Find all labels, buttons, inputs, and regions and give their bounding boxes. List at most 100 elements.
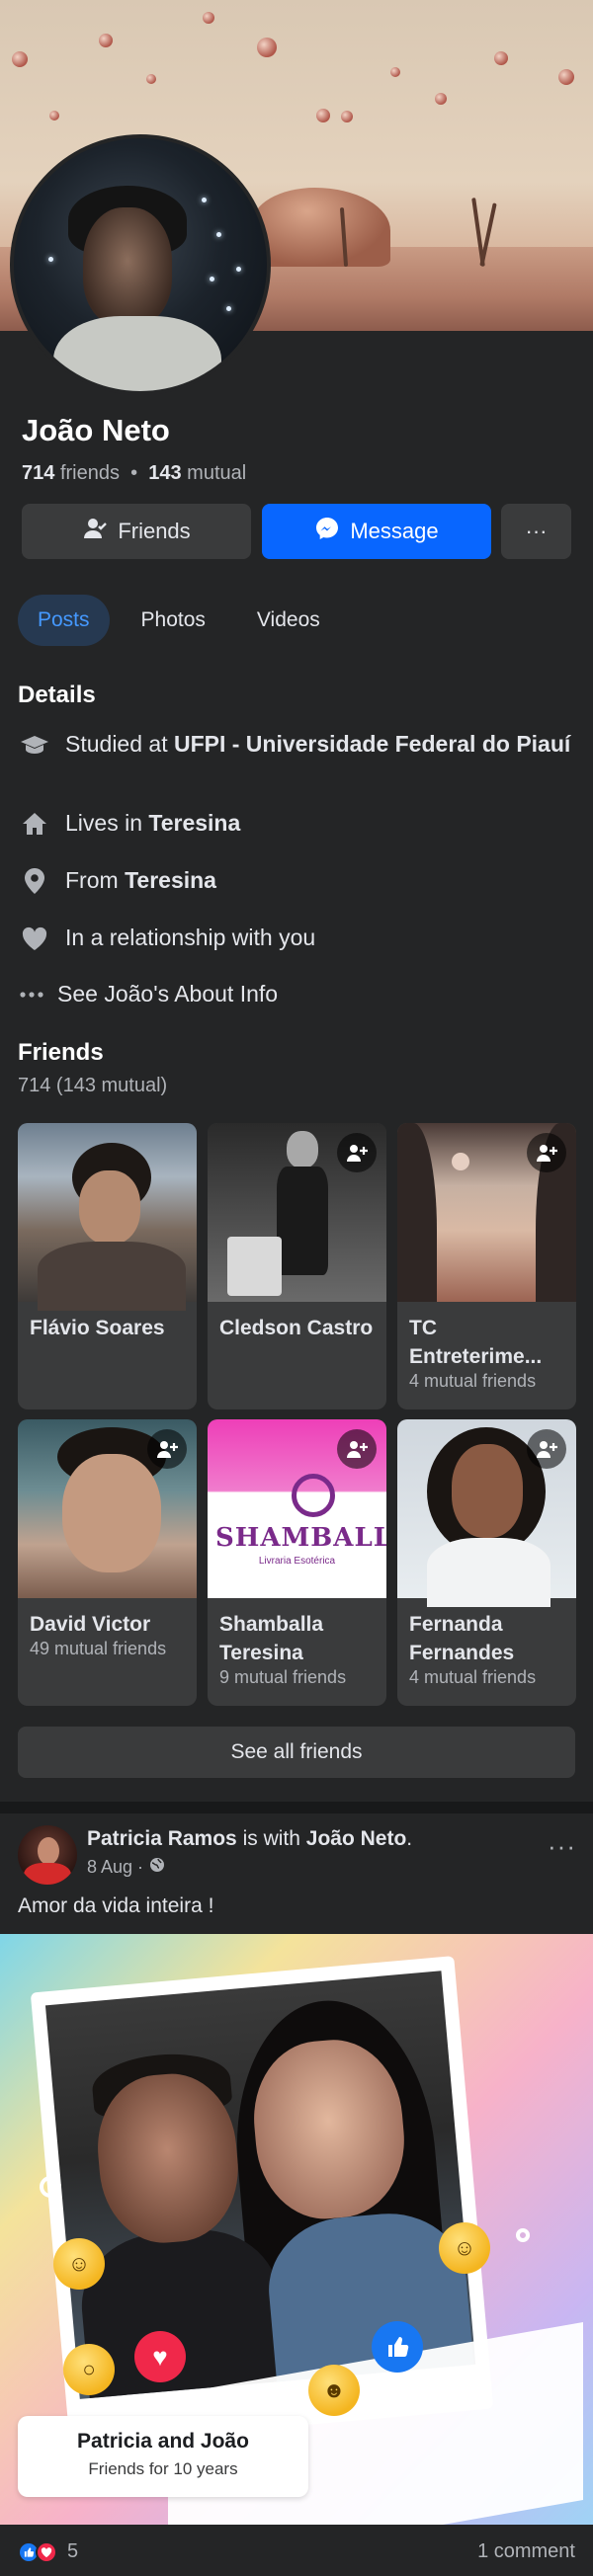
cover-bubble xyxy=(494,51,508,65)
lives-value[interactable]: Teresina xyxy=(148,810,240,836)
friend-name: David Victor xyxy=(30,1613,151,1636)
friend-card[interactable]: David Victor 49 mutual friends xyxy=(18,1419,197,1706)
section-divider xyxy=(0,1802,593,1813)
detail-lives-text: Lives in Teresina xyxy=(65,809,240,838)
ring-decoration xyxy=(516,2228,530,2242)
cover-bubble xyxy=(146,74,156,84)
see-about-info-label: See João's About Info xyxy=(57,981,279,1006)
post-with-word: is with xyxy=(236,1827,306,1850)
reaction-summary[interactable]: 5 xyxy=(18,2540,78,2563)
add-friend-icon[interactable] xyxy=(337,1133,377,1172)
friend-card[interactable]: Fernanda Fernandes 4 mutual friends xyxy=(397,1419,576,1706)
detail-education: Studied at UFPI - Universidade Federal d… xyxy=(18,730,571,759)
more-dots-icon: ··· xyxy=(525,519,548,543)
friend-mutual: 4 mutual friends xyxy=(409,1667,537,1687)
avatar-face xyxy=(38,1837,59,1865)
reaction-count: 5 xyxy=(67,2540,79,2562)
cover-bubble xyxy=(49,111,59,121)
detail-education-text: Studied at UFPI - Universidade Federal d… xyxy=(65,730,570,759)
lives-prefix: Lives in xyxy=(65,810,149,836)
post-date[interactable]: 8 Aug · xyxy=(87,1857,143,1878)
add-friend-icon[interactable] xyxy=(527,1429,566,1469)
friend-name: Fernanda Fernandes xyxy=(409,1613,515,1664)
shamballa-logo-sub: Livraria Esotérica xyxy=(258,1556,336,1567)
see-about-info-link[interactable]: See João's About Info xyxy=(18,980,571,1008)
friend-card[interactable]: SHAMBALLA Livraria Esotérica Shamballa T… xyxy=(208,1419,386,1706)
education-value[interactable]: UFPI - Universidade Federal do Piauí xyxy=(174,731,570,757)
cover-bubble xyxy=(435,93,447,105)
avatar-face xyxy=(83,207,172,326)
friendship-card-title: Patricia and João xyxy=(77,2430,249,2453)
post-author[interactable]: Patricia Ramos xyxy=(87,1827,237,1850)
profile-avatar[interactable] xyxy=(10,134,271,395)
post-header-period: . xyxy=(406,1827,413,1850)
mutual-count: 143 xyxy=(148,462,182,484)
friendship-card-subtitle: Friends for 10 years xyxy=(88,2459,238,2478)
friend-card[interactable]: TC Entreterime... 4 mutual friends xyxy=(397,1123,576,1409)
message-button[interactable]: Message xyxy=(262,504,491,559)
message-button-label: Message xyxy=(350,519,439,543)
more-options-button[interactable]: ··· xyxy=(501,504,571,559)
post-author-avatar[interactable] xyxy=(18,1825,77,1885)
avatar-light xyxy=(226,306,231,311)
avatar-shirt xyxy=(24,1863,71,1885)
globe-icon xyxy=(149,1857,165,1878)
cover-bubble xyxy=(316,109,330,122)
friends-button[interactable]: Friends xyxy=(22,504,251,559)
cover-bubble xyxy=(341,111,353,122)
friend-counts[interactable]: 714 friends • 143 mutual xyxy=(22,462,246,485)
friends-heading: Friends xyxy=(18,1039,104,1066)
haha-emoji-icon: ☻ xyxy=(308,2365,360,2416)
avatar-light xyxy=(48,257,53,262)
person-check-icon xyxy=(82,517,108,546)
laughing-emoji-icon: ☺ xyxy=(53,2238,105,2290)
add-friend-icon[interactable] xyxy=(147,1429,187,1469)
friend-name: Cledson Castro xyxy=(219,1317,374,1339)
cover-bubble xyxy=(390,67,400,77)
friendship-card: Patricia and João Friends for 10 years xyxy=(18,2416,308,2497)
tab-videos[interactable]: Videos xyxy=(237,595,340,646)
post-tagged[interactable]: João Neto xyxy=(306,1827,407,1850)
friend-name: Shamballa Teresina xyxy=(219,1613,324,1664)
home-icon xyxy=(18,809,51,838)
post-meta: 8 Aug · xyxy=(87,1857,165,1878)
friend-name: TC Entreterime... xyxy=(409,1317,543,1368)
friend-card[interactable]: Cledson Castro xyxy=(208,1123,386,1409)
mutual-word: mutual xyxy=(187,462,247,484)
friends-count: 714 xyxy=(22,462,55,484)
heart-icon xyxy=(18,924,51,952)
post-more-options[interactable]: ··· xyxy=(548,1831,576,1862)
friend-mutual: 4 mutual friends xyxy=(409,1371,537,1391)
detail-lives: Lives in Teresina xyxy=(18,809,571,838)
tab-photos[interactable]: Photos xyxy=(122,595,225,646)
ellipsis-icon xyxy=(18,980,45,1008)
friend-name: Flávio Soares xyxy=(30,1317,165,1339)
detail-relationship: In a relationship with you xyxy=(18,924,571,952)
cover-bubble xyxy=(558,69,574,85)
friends-word: friends xyxy=(59,462,120,484)
friends-subtitle: 714 (143 mutual) xyxy=(18,1075,168,1096)
ring-decoration xyxy=(40,2176,61,2198)
cover-bubble xyxy=(99,34,113,47)
add-friend-icon[interactable] xyxy=(337,1429,377,1469)
laughing-emoji-icon: ☺ xyxy=(439,2222,490,2274)
tab-posts[interactable]: Posts xyxy=(18,595,110,646)
education-prefix: Studied at xyxy=(65,731,174,757)
cover-rock xyxy=(252,188,390,267)
love-reaction-icon: ♥ xyxy=(134,2331,186,2382)
avatar-light xyxy=(236,267,241,272)
profile-name: João Neto xyxy=(22,413,170,447)
detail-relationship-text: In a relationship with you xyxy=(65,925,316,950)
add-friend-icon[interactable] xyxy=(527,1133,566,1172)
from-prefix: From xyxy=(65,867,126,893)
graduation-cap-icon xyxy=(18,730,51,759)
comments-count[interactable]: 1 comment xyxy=(477,2540,575,2563)
post-image[interactable]: ☺ ○ ♥ ☺ ☻ Patricia and João Friends for … xyxy=(0,1934,593,2525)
messenger-icon xyxy=(314,516,340,547)
from-value[interactable]: Teresina xyxy=(125,867,216,893)
post-text: Amor da vida inteira ! xyxy=(18,1894,214,1917)
friend-card[interactable]: Flávio Soares xyxy=(18,1123,197,1409)
like-reaction-icon xyxy=(372,2321,423,2373)
see-all-friends-button[interactable]: See all friends xyxy=(18,1727,575,1778)
friend-photo xyxy=(18,1123,197,1311)
